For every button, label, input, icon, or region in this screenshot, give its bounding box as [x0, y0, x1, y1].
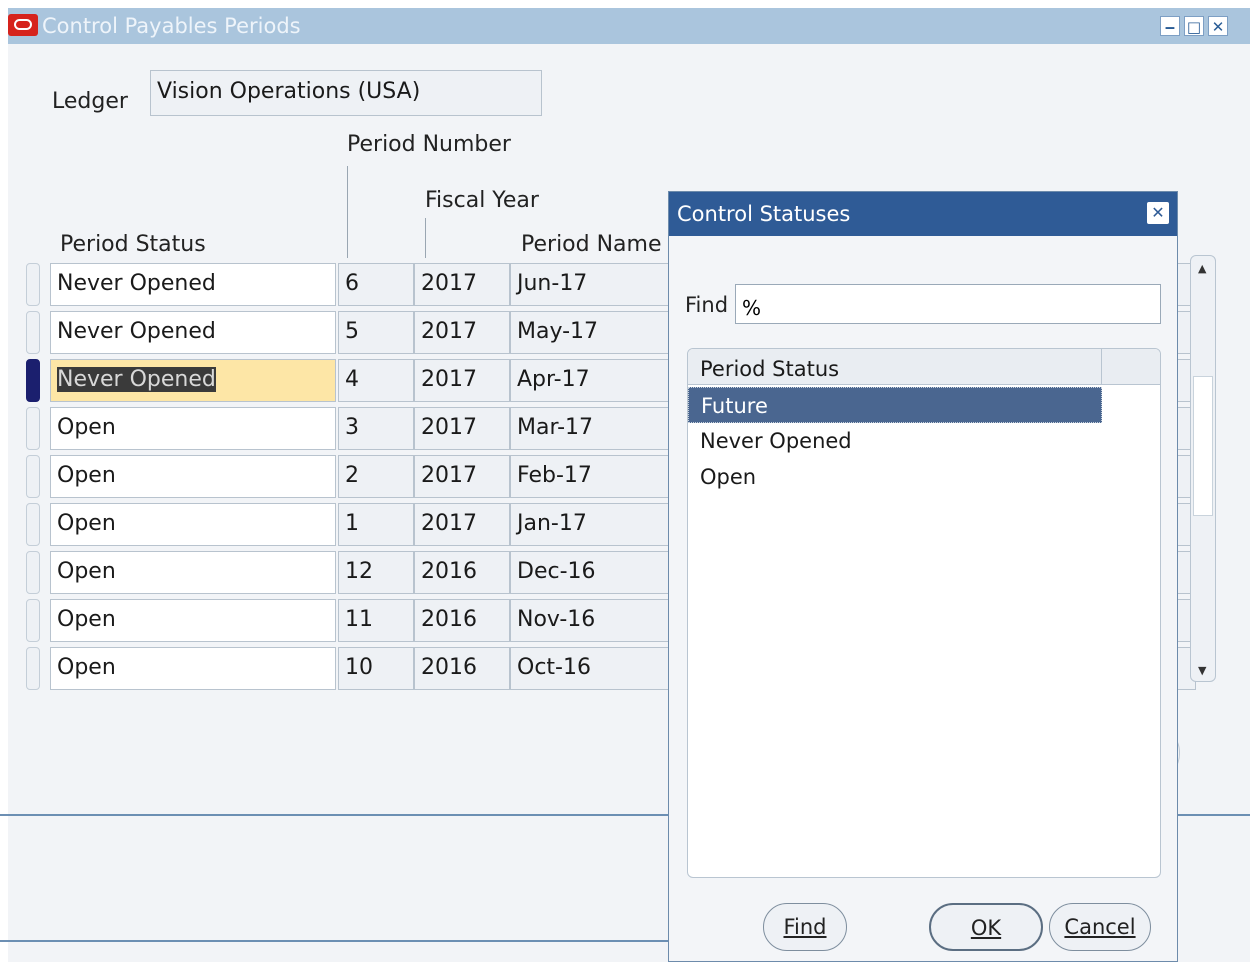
- period-number-field[interactable]: 11: [338, 599, 414, 642]
- find-label: Find: [685, 293, 729, 317]
- period-number-field[interactable]: 6: [338, 263, 414, 306]
- period-number-field[interactable]: 3: [338, 407, 414, 450]
- period-name-field[interactable]: Oct-16: [510, 647, 670, 690]
- ok-button[interactable]: OK: [929, 903, 1043, 951]
- period-name-field[interactable]: Jun-17: [510, 263, 670, 306]
- ledger-field[interactable]: Vision Operations (USA): [150, 70, 542, 116]
- period-name-field[interactable]: Dec-16: [510, 551, 670, 594]
- status-list[interactable]: Period Status Future Never Opened Open: [687, 348, 1161, 878]
- ok-button-label: OK: [970, 916, 1002, 940]
- cancel-button-label: Cancel: [1064, 915, 1136, 939]
- period-status-field[interactable]: Never Opened: [50, 263, 336, 306]
- list-item[interactable]: Open: [688, 459, 1102, 495]
- column-header-fiscal-year: Fiscal Year: [425, 188, 539, 213]
- period-name-field[interactable]: Feb-17: [510, 455, 670, 498]
- list-item[interactable]: Never Opened: [688, 423, 1102, 459]
- period-name-field[interactable]: Apr-17: [510, 359, 670, 402]
- row-indicator[interactable]: [26, 551, 40, 594]
- column-header-period-number: Period Number: [347, 132, 511, 157]
- period-status-field[interactable]: Open: [50, 599, 336, 642]
- column-header-period-name: Period Name: [521, 232, 662, 257]
- close-icon[interactable]: ✕: [1208, 16, 1228, 36]
- dialog-close-icon[interactable]: ✕: [1147, 202, 1169, 224]
- window-title: Control Payables Periods: [42, 14, 301, 38]
- fiscal-year-field[interactable]: 2017: [414, 455, 510, 498]
- period-number-field[interactable]: 10: [338, 647, 414, 690]
- find-button-label: Find: [783, 915, 827, 939]
- separator-line: [0, 940, 670, 942]
- find-button[interactable]: Find: [763, 903, 847, 951]
- list-header-spacer: [1102, 349, 1160, 385]
- cancel-button[interactable]: Cancel: [1049, 903, 1151, 951]
- period-number-field[interactable]: 2: [338, 455, 414, 498]
- row-indicator[interactable]: [26, 599, 40, 642]
- header-divider: [425, 218, 426, 258]
- fiscal-year-field[interactable]: 2017: [414, 407, 510, 450]
- period-number-field[interactable]: 1: [338, 503, 414, 546]
- period-name-field[interactable]: Mar-17: [510, 407, 670, 450]
- row-indicator[interactable]: [26, 311, 40, 354]
- scroll-down-icon[interactable]: ▼: [1198, 664, 1206, 677]
- fiscal-year-field[interactable]: 2017: [414, 263, 510, 306]
- fiscal-year-field[interactable]: 2017: [414, 311, 510, 354]
- row-indicator[interactable]: [26, 455, 40, 498]
- scroll-up-icon[interactable]: ▲: [1198, 262, 1206, 275]
- fiscal-year-field[interactable]: 2016: [414, 599, 510, 642]
- list-item-selected[interactable]: Future: [688, 387, 1102, 423]
- period-status-field-current[interactable]: Never Opened: [50, 359, 336, 402]
- vertical-scrollbar[interactable]: ▲ ▼: [1190, 255, 1216, 682]
- period-name-field[interactable]: May-17: [510, 311, 670, 354]
- period-number-field[interactable]: 12: [338, 551, 414, 594]
- period-status-field[interactable]: Never Opened: [50, 311, 336, 354]
- column-header-period-status: Period Status: [60, 232, 206, 257]
- row-indicator[interactable]: [26, 503, 40, 546]
- row-indicator-current[interactable]: [26, 359, 40, 402]
- period-number-field[interactable]: 5: [338, 311, 414, 354]
- fiscal-year-field[interactable]: 2016: [414, 551, 510, 594]
- selected-text: Never Opened: [57, 367, 216, 392]
- ledger-label: Ledger: [52, 89, 128, 114]
- title-bar: Control Payables Periods ‒ □ ✕: [8, 8, 1250, 44]
- period-number-field[interactable]: 4: [338, 359, 414, 402]
- maximize-icon[interactable]: □: [1184, 16, 1204, 36]
- fiscal-year-field[interactable]: 2016: [414, 647, 510, 690]
- period-status-field[interactable]: Open: [50, 407, 336, 450]
- header-divider: [347, 166, 348, 258]
- period-name-field[interactable]: Nov-16: [510, 599, 670, 642]
- scrollbar-thumb[interactable]: [1193, 376, 1213, 516]
- dialog-title-bar: Control Statuses ✕: [669, 192, 1177, 236]
- period-name-field[interactable]: Jan-17: [510, 503, 670, 546]
- period-status-field[interactable]: Open: [50, 503, 336, 546]
- period-status-field[interactable]: Open: [50, 647, 336, 690]
- row-indicator[interactable]: [26, 407, 40, 450]
- period-status-field[interactable]: Open: [50, 551, 336, 594]
- control-statuses-dialog: Control Statuses ✕ Find Period Status Fu…: [668, 191, 1178, 962]
- period-status-field[interactable]: Open: [50, 455, 336, 498]
- dialog-title: Control Statuses: [677, 202, 851, 226]
- list-header: Period Status: [688, 349, 1102, 385]
- fiscal-year-field[interactable]: 2017: [414, 503, 510, 546]
- oracle-logo-icon: [8, 14, 38, 36]
- row-indicator[interactable]: [26, 263, 40, 306]
- minimize-icon[interactable]: ‒: [1160, 16, 1180, 36]
- find-input[interactable]: [735, 284, 1161, 324]
- fiscal-year-field[interactable]: 2017: [414, 359, 510, 402]
- row-indicator[interactable]: [26, 647, 40, 690]
